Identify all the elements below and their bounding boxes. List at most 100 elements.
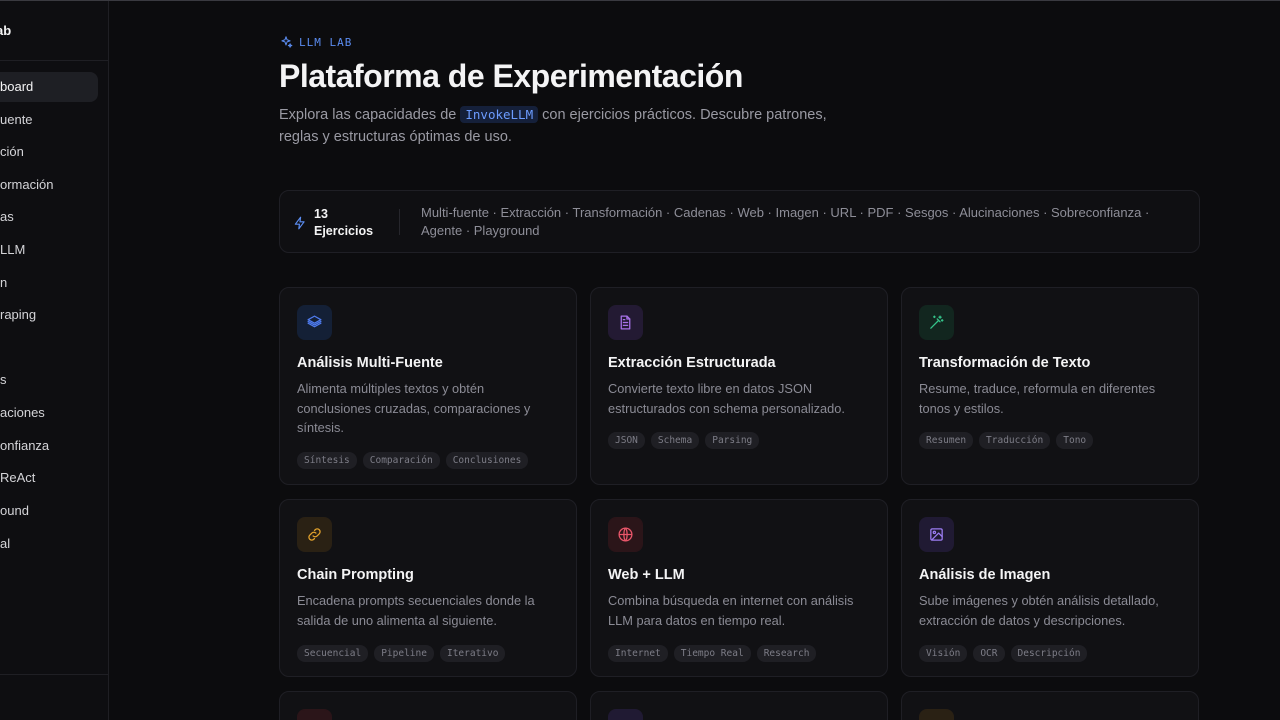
tag: Descripción — [1010, 645, 1088, 662]
sidebar-item-label: ormación — [0, 177, 54, 192]
card-title: Análisis Multi-Fuente — [297, 355, 443, 371]
link-icon — [297, 517, 332, 552]
tag: Síntesis — [297, 452, 357, 469]
card-title: Chain Prompting — [297, 567, 414, 583]
sidebar-divider-bottom — [0, 674, 108, 675]
eyebrow: LLM LAB — [279, 35, 352, 49]
sidebar-item-label: ReAct — [0, 470, 36, 485]
exercise-card[interactable]: Web + LLM Combina búsqueda en internet co… — [590, 499, 888, 677]
sidebar-title: ab — [0, 23, 12, 38]
layers-icon — [297, 305, 332, 340]
sidebar-item-label: raping — [0, 307, 37, 322]
tag-list: Síntesis Comparación Conclusiones — [297, 452, 529, 469]
tag: Internet — [608, 645, 668, 662]
partial-icon — [919, 709, 954, 720]
sidebar-item-label: LLM — [0, 242, 26, 257]
card-description: Combina búsqueda en internet con análisi… — [608, 593, 854, 628]
exercise-card[interactable] — [279, 691, 577, 720]
sidebar-item[interactable]: LLM — [0, 235, 98, 265]
sidebar-item[interactable]: onfianza — [0, 431, 98, 461]
info-separator — [399, 209, 400, 235]
tag: Traducción — [979, 432, 1051, 449]
tag: Comparación — [362, 452, 440, 469]
card-description: Convierte texto libre en datos JSON estr… — [608, 381, 845, 416]
card-description: Resume, traduce, reformula en diferentes… — [919, 381, 1156, 416]
tag: JSON — [608, 432, 645, 449]
tag-list: Visión OCR Descripción — [919, 645, 1088, 662]
partial-icon — [608, 709, 643, 720]
tag: OCR — [973, 645, 1005, 662]
sidebar-item[interactable] — [0, 333, 98, 363]
exercise-card[interactable]: Extracción Estructurada Convierte texto l… — [590, 287, 888, 485]
tag: Resumen — [919, 432, 974, 449]
page-title: Plataforma de Experimentación — [279, 58, 743, 94]
tag-list: JSON Schema Parsing — [608, 432, 760, 449]
sidebar-item[interactable]: aciones — [0, 398, 98, 428]
exercise-card[interactable] — [590, 691, 888, 720]
exercise-count: 13 Ejercicios — [293, 206, 384, 240]
tag: Schema — [650, 432, 700, 449]
exercise-card[interactable]: Transformación de Texto Resume, traduce, … — [901, 287, 1199, 485]
globe-icon — [608, 517, 643, 552]
sidebar-item[interactable]: board — [0, 72, 98, 102]
sidebar-item[interactable]: ReAct — [0, 463, 98, 493]
document-icon — [608, 305, 643, 340]
topics-list: Multi-fuente · Extracción · Transformaci… — [421, 205, 1150, 238]
sidebar-item-label: ción — [0, 144, 24, 159]
eyebrow-label: LLM LAB — [299, 35, 353, 49]
card-title: Análisis de Imagen — [919, 567, 1051, 583]
tag-list: Internet Tiempo Real Research — [608, 645, 817, 662]
sidebar-item[interactable]: uente — [0, 105, 98, 135]
sidebar-item[interactable]: ormación — [0, 170, 98, 200]
tag-list: Resumen Traducción Tono — [919, 432, 1094, 449]
sidebar: ab board uente ción ormación as LLM n raping s ac… — [0, 1, 109, 720]
tag: Secuencial — [297, 645, 369, 662]
sidebar-item[interactable]: n — [0, 268, 98, 298]
card-title: Extracción Estructurada — [608, 355, 776, 371]
sidebar-item[interactable]: as — [0, 202, 98, 232]
subtitle-text: Explora las capacidades de — [279, 107, 461, 123]
tag: Visión — [919, 645, 968, 662]
sidebar-item[interactable]: s — [0, 365, 98, 395]
card-title: Transformación de Texto — [919, 355, 1091, 371]
sidebar-item-label: s — [0, 372, 7, 387]
exercise-card[interactable]: Chain Prompting Encadena prompts secuenci… — [279, 499, 577, 677]
sidebar-item-label: al — [0, 536, 11, 551]
sidebar-divider — [0, 60, 108, 61]
tag: Tiempo Real — [673, 645, 751, 662]
card-description: Alimenta múltiples textos y obtén conclu… — [297, 381, 531, 435]
tag: Tono — [1056, 432, 1094, 449]
sidebar-item-label: ound — [0, 503, 29, 518]
exercise-card[interactable] — [901, 691, 1199, 720]
sidebar-item[interactable]: ound — [0, 496, 98, 526]
page-subtitle: Explora las capacidades de InvokeLLM con… — [279, 104, 849, 148]
sidebar-item-label: board — [0, 79, 34, 94]
exercise-card[interactable]: Análisis Multi-Fuente Alimenta múltiples … — [279, 287, 577, 485]
tag: Pipeline — [374, 645, 434, 662]
exercise-card[interactable]: Análisis de Imagen Sube imágenes y obtén … — [901, 499, 1199, 677]
sidebar-item[interactable]: raping — [0, 300, 98, 330]
sidebar-item[interactable]: ción — [0, 137, 98, 167]
sidebar-item-label: onfianza — [0, 438, 50, 453]
image-icon — [919, 517, 954, 552]
card-title: Web + LLM — [608, 567, 685, 583]
card-description: Encadena prompts secuenciales donde la s… — [297, 593, 535, 628]
info-bar: 13 Ejercicios Multi-fuente · Extracción … — [279, 190, 1200, 253]
tag: Parsing — [705, 432, 760, 449]
partial-icon — [297, 709, 332, 720]
lightning-icon — [294, 216, 305, 230]
sparkle-icon — [281, 36, 293, 48]
exercise-count-label: 13 Ejercicios — [314, 207, 374, 238]
card-description: Sube imágenes y obtén análisis detallado… — [919, 593, 1159, 628]
sidebar-item-label: uente — [0, 112, 33, 127]
top-border — [0, 0, 1280, 1]
sidebar-item-label: as — [0, 209, 14, 224]
tag: Iterativo — [439, 645, 506, 662]
sidebar-item-label: n — [0, 275, 8, 290]
sidebar-item-label: aciones — [0, 405, 45, 420]
invokellm-code: InvokeLLM — [460, 106, 539, 123]
tag: Conclusiones — [445, 452, 529, 469]
sidebar-item[interactable]: al — [0, 529, 98, 559]
tag: Research — [756, 645, 817, 662]
magic-wand-icon — [919, 305, 954, 340]
